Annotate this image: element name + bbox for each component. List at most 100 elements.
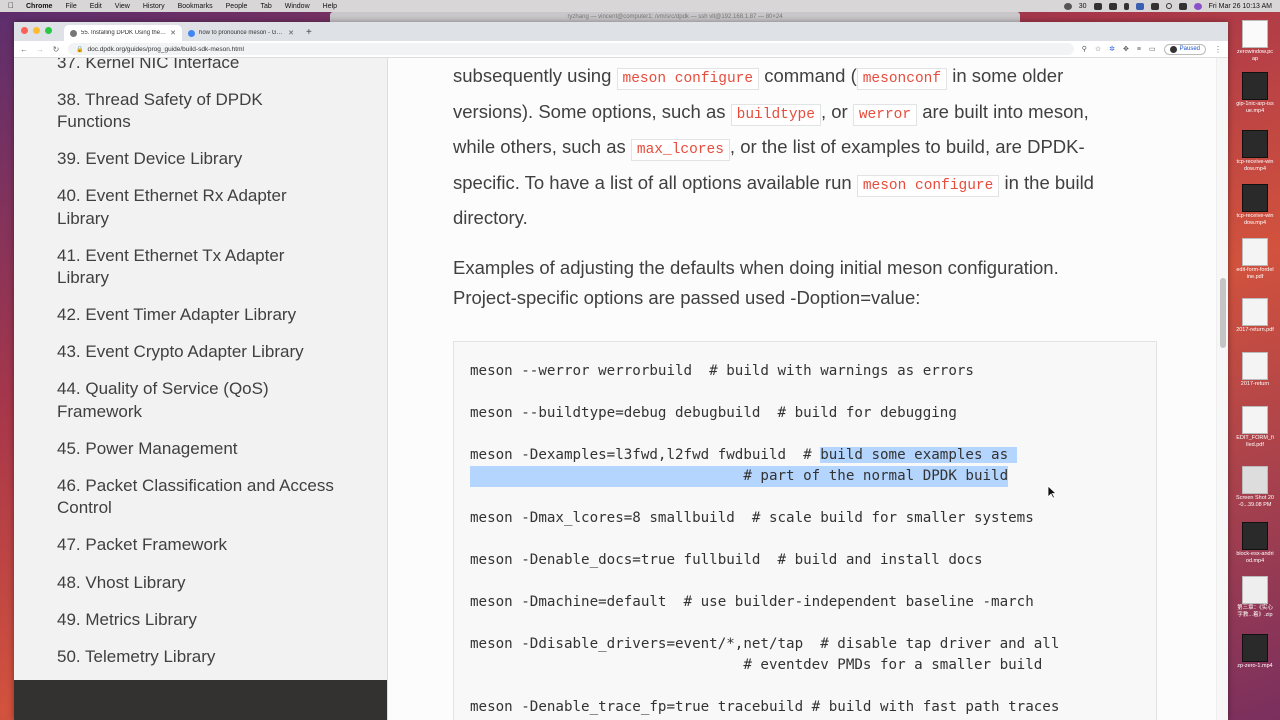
menu-view[interactable]: View bbox=[115, 3, 130, 10]
toc-link[interactable]: 48. Vhost Library bbox=[57, 572, 357, 595]
address-bar[interactable]: 🔒 doc.dpdk.org/guides/prog_guide/build-s… bbox=[68, 43, 1074, 55]
search-icon[interactable] bbox=[1165, 3, 1172, 9]
menu-edit[interactable]: Edit bbox=[90, 3, 102, 10]
toc-link[interactable]: Functions bbox=[57, 111, 357, 134]
toc-link[interactable]: 39. Event Device Library bbox=[57, 148, 357, 171]
menu-app-name[interactable]: Chrome bbox=[26, 3, 52, 10]
toc-link[interactable]: 37. Kernel NIC Interface bbox=[57, 58, 357, 75]
desktop-files: zerowindow.pcap gip-1nic-arp-issue.mp4 t… bbox=[1230, 20, 1280, 720]
code-line: meson --buildtype=debug debugbuild # bui… bbox=[470, 405, 957, 421]
puzzle-icon[interactable]: ✥ bbox=[1123, 45, 1129, 53]
text: command ( bbox=[759, 65, 857, 86]
close-tab-icon[interactable]: ✕ bbox=[288, 29, 294, 37]
desktop-file[interactable]: zerowindow.pcap bbox=[1236, 20, 1274, 63]
close-tab-icon[interactable]: ✕ bbox=[170, 29, 176, 37]
zoom-icon[interactable]: ⚲ bbox=[1082, 45, 1087, 53]
toc-link[interactable]: 43. Event Crypto Adapter Library bbox=[57, 341, 357, 364]
toc-link[interactable]: 45. Power Management bbox=[57, 438, 357, 461]
close-window-button[interactable] bbox=[21, 27, 28, 34]
file-name: 第三章：《实心字教...着》.zip bbox=[1237, 605, 1273, 618]
menu-people[interactable]: People bbox=[226, 3, 248, 10]
display-icon[interactable] bbox=[1108, 2, 1117, 10]
code-block[interactable]: meson --werror werrorbuild # build with … bbox=[453, 341, 1157, 720]
desktop-file[interactable]: 2017-return bbox=[1236, 352, 1274, 388]
toc-link[interactable]: 41. Event Ethernet Tx Adapter bbox=[57, 245, 357, 268]
toc-link[interactable]: 40. Event Ethernet Rx Adapter bbox=[57, 185, 357, 208]
inline-code: buildtype bbox=[730, 103, 821, 126]
reading-list-icon[interactable]: ≡ bbox=[1137, 46, 1141, 53]
menubar-status-area: 30 Fri Mar 26 10:13 AM bbox=[1063, 0, 1272, 12]
desktop-file[interactable]: tcp-receive-window.mp4 bbox=[1236, 184, 1274, 227]
zoom-window-button[interactable] bbox=[45, 27, 52, 34]
menu-file[interactable]: File bbox=[65, 3, 76, 10]
control-center-icon[interactable] bbox=[1178, 2, 1187, 10]
toc-link[interactable]: Framework bbox=[57, 401, 357, 424]
bookmark-star-icon[interactable]: ☆ bbox=[1095, 45, 1101, 53]
desktop-file[interactable]: EDIT_FORM_filled.pdf bbox=[1236, 406, 1274, 449]
toc-link[interactable]: 42. Event Timer Adapter Library bbox=[57, 304, 357, 327]
file-name: 2017-return bbox=[1240, 381, 1270, 387]
file-thumbnail bbox=[1242, 576, 1268, 604]
code-line: # part of the normal DPDK build bbox=[470, 466, 1009, 487]
tab-google-search[interactable]: how to pronounce meson - Goo… ✕ bbox=[182, 25, 300, 41]
siri-icon[interactable] bbox=[1193, 2, 1202, 10]
desktop-file[interactable]: zp-zero-1.mp4 bbox=[1236, 634, 1274, 670]
toc-link[interactable]: 47. Packet Framework bbox=[57, 534, 357, 557]
flag-icon[interactable] bbox=[1135, 2, 1144, 10]
inline-code: meson configure bbox=[616, 68, 760, 90]
desktop-file[interactable]: Screen Shot 20-0...39.08 PM bbox=[1236, 466, 1274, 509]
apple-menu-icon[interactable]:  bbox=[8, 2, 16, 10]
record-icon[interactable] bbox=[1063, 2, 1072, 10]
forward-icon[interactable]: → bbox=[36, 45, 44, 54]
toc-link[interactable]: Control bbox=[57, 497, 357, 520]
examples-intro-paragraph: Examples of adjusting the defaults when … bbox=[453, 253, 1153, 313]
reload-icon[interactable]: ↻ bbox=[52, 45, 60, 54]
bluetooth-icon[interactable] bbox=[1123, 2, 1129, 10]
menu-tab[interactable]: Tab bbox=[260, 3, 271, 10]
text: versions). Some options, such as bbox=[453, 100, 731, 122]
tab-strip: 55. Installing DPDK Using the … ✕ how to… bbox=[14, 22, 1228, 41]
file-name: Screen Shot 20-0...39.08 PM bbox=[1236, 495, 1274, 508]
background-terminal-title[interactable]: ryzhang — vincent@computer1: /vm/src/dpd… bbox=[330, 12, 1020, 22]
toc-link[interactable]: 49. Metrics Library bbox=[57, 609, 357, 632]
toc-link[interactable]: 46. Packet Classification and Access bbox=[57, 475, 357, 498]
menu-help[interactable]: Help bbox=[323, 3, 337, 10]
wifi-icon[interactable] bbox=[1150, 2, 1159, 10]
google-favicon-icon bbox=[188, 29, 195, 37]
menu-window[interactable]: Window bbox=[285, 3, 310, 10]
toc-link[interactable]: 38. Thread Safety of DPDK bbox=[57, 89, 357, 112]
chrome-window: 55. Installing DPDK Using the … ✕ how to… bbox=[14, 22, 1228, 720]
desktop-file[interactable]: 第三章：《实心字教...着》.zip bbox=[1236, 576, 1274, 619]
minimize-window-button[interactable] bbox=[33, 27, 40, 34]
menubar-clock[interactable]: Fri Mar 26 10:13 AM bbox=[1209, 3, 1272, 10]
toc-link[interactable]: Library bbox=[57, 267, 357, 290]
new-tab-icon[interactable]: + bbox=[306, 25, 312, 41]
profile-button[interactable]: Paused bbox=[1163, 43, 1206, 55]
page-scrollbar[interactable] bbox=[1216, 58, 1228, 720]
back-icon[interactable]: ← bbox=[20, 45, 28, 54]
desktop-file[interactable]: tcp-receive-window.mp4 bbox=[1236, 130, 1274, 173]
text: are built into meson, bbox=[917, 100, 1089, 122]
sidebar-footer bbox=[14, 680, 387, 720]
desktop-file[interactable]: block-esx-andriod.mp4 bbox=[1236, 522, 1274, 565]
paragraph-line: specific. To have a list of all options … bbox=[453, 167, 1153, 203]
text: , or bbox=[820, 100, 853, 122]
menu-history[interactable]: History bbox=[143, 3, 165, 10]
text: in the build bbox=[999, 171, 1094, 193]
toc-link[interactable]: 50. Telemetry Library bbox=[57, 646, 357, 669]
tab-dpdk-docs[interactable]: 55. Installing DPDK Using the … ✕ bbox=[64, 25, 182, 41]
extension-icon[interactable]: ✲ bbox=[1109, 45, 1115, 53]
toc-link[interactable]: Library bbox=[57, 208, 357, 231]
cast-icon[interactable]: ▭ bbox=[1149, 45, 1156, 53]
scrollbar-thumb[interactable] bbox=[1220, 278, 1226, 348]
file-name: block-esx-andriod.mp4 bbox=[1236, 551, 1274, 564]
desktop-file[interactable]: gip-1nic-arp-issue.mp4 bbox=[1236, 72, 1274, 115]
lock-icon[interactable]: 🔒 bbox=[76, 46, 83, 53]
file-name: zp-zero-1.mp4 bbox=[1237, 663, 1273, 669]
menu-bookmarks[interactable]: Bookmarks bbox=[178, 3, 213, 10]
desktop-file[interactable]: edit-form-fordeline.pdf bbox=[1236, 238, 1274, 281]
battery-icon[interactable] bbox=[1093, 2, 1102, 10]
toc-link[interactable]: 44. Quality of Service (QoS) bbox=[57, 378, 357, 401]
chrome-menu-icon[interactable]: ⋮ bbox=[1214, 45, 1222, 54]
desktop-file[interactable]: 2017-return.pdf bbox=[1236, 298, 1274, 334]
